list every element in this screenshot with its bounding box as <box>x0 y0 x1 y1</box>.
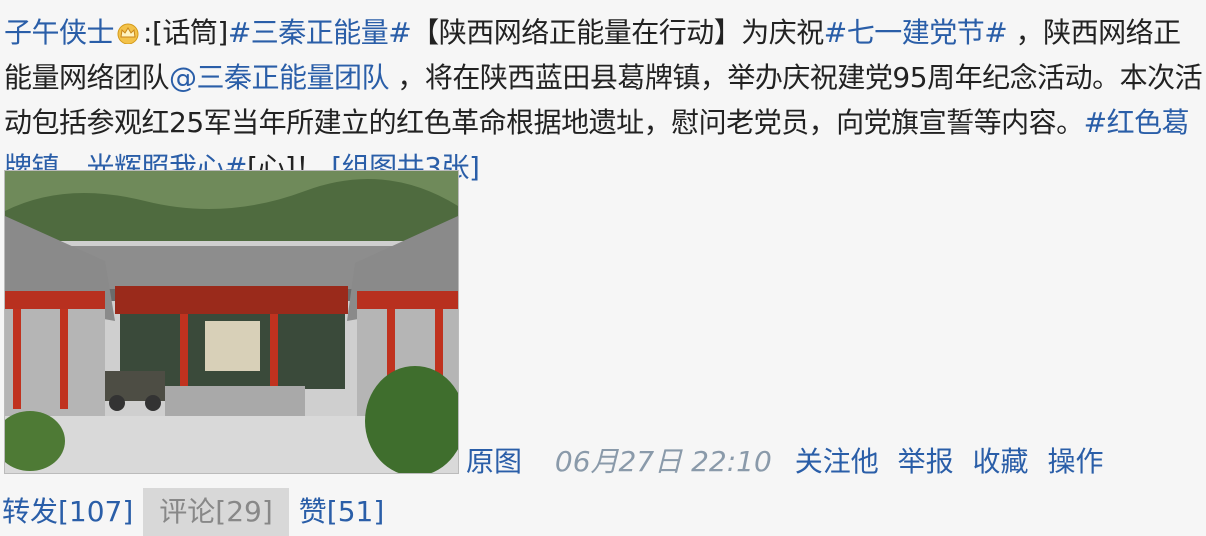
action-bar: 转发[107] 评论[29] 赞[51] <box>0 488 386 536</box>
like-button[interactable]: 赞[51] <box>297 488 386 536</box>
author-name[interactable]: 子午侠士 <box>4 16 115 49</box>
crown-icon <box>115 12 141 45</box>
post-photo[interactable] <box>4 170 459 474</box>
original-image-link[interactable]: 原图 <box>466 445 522 478</box>
report-link[interactable]: 举报 <box>898 445 954 478</box>
post-body: :[话筒]#三秦正能量#【陕西网络正能量在行动】为庆祝#七一建党节# ，陕西网络… <box>4 16 1203 184</box>
forward-button[interactable]: 转发[107] <box>0 488 135 536</box>
post-timestamp: 06月27日 22:10 <box>554 445 772 478</box>
post-meta: 原图 06月27日 22:10 关注他 举报 收藏 操作 <box>466 442 1113 482</box>
follow-link[interactable]: 关注他 <box>795 445 879 478</box>
post-text-segment: :[话筒] <box>143 16 228 49</box>
post-link[interactable]: @三秦正能量团队 <box>169 61 390 94</box>
post-text-segment: 【陕西网络正能量在行动】为庆祝 <box>411 16 824 49</box>
comment-button[interactable]: 评论[29] <box>143 488 289 536</box>
favorite-link[interactable]: 收藏 <box>973 445 1029 478</box>
operate-link[interactable]: 操作 <box>1047 445 1103 478</box>
weibo-post: 子午侠士:[话筒]#三秦正能量#【陕西网络正能量在行动】为庆祝#七一建党节# ，… <box>0 0 1206 536</box>
post-link[interactable]: #七一建党节# <box>824 16 1008 49</box>
post-link[interactable]: #三秦正能量# <box>228 16 412 49</box>
post-text: 子午侠士:[话筒]#三秦正能量#【陕西网络正能量在行动】为庆祝#七一建党节# ，… <box>4 10 1204 190</box>
